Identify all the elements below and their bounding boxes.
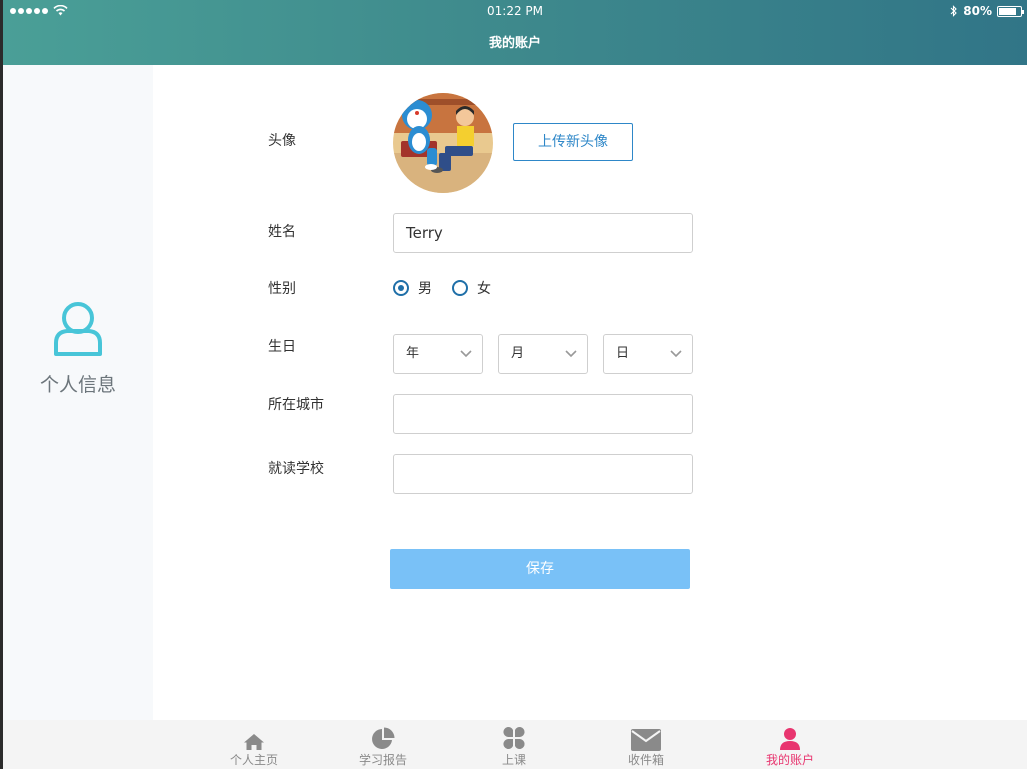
school-label: 就读学校 [268,461,324,477]
status-time: 01:22 PM [487,4,543,18]
tab-inbox[interactable]: 收件箱 [606,726,686,768]
tab-label: 上课 [501,753,526,767]
sidebar-item-profile[interactable]: 个人信息 [3,298,153,397]
tab-home[interactable]: 个人主页 [214,726,294,768]
birthday-label: 生日 [268,339,296,355]
upload-avatar-button[interactable]: 上传新头像 [513,123,633,161]
tab-label: 学习报告 [358,753,407,767]
pie-chart-icon [372,727,395,749]
mail-icon [631,729,661,751]
tab-my-account[interactable]: 我的账户 [750,726,830,768]
birth-day-value: 日 [616,346,630,361]
tab-label: 收件箱 [627,753,664,767]
user-icon [54,302,102,356]
name-input[interactable]: Terry [393,213,693,253]
app-header: 01:22 PM 80% 我的账户 [3,0,1027,65]
birth-year-select[interactable]: 年 [393,334,483,374]
gender-option-male[interactable]: 男 [393,278,432,298]
gender-female-label: 女 [477,281,491,297]
name-label: 姓名 [268,224,296,240]
tab-bar: 个人主页 学习报告 上课 收件箱 我的账户 [3,720,1027,769]
save-button[interactable]: 保存 [390,549,690,589]
gender-male-label: 男 [418,281,432,297]
tab-label: 个人主页 [229,753,278,767]
avatar-label: 头像 [268,133,296,149]
radio-female[interactable] [452,280,468,296]
sidebar-item-label: 个人信息 [39,374,116,396]
chevron-down-icon [565,350,577,358]
clover-icon [503,727,525,749]
battery-percent: 80% [963,4,992,18]
chevron-down-icon [460,350,472,358]
chevron-down-icon [670,350,682,358]
gender-label: 性别 [268,281,296,297]
tab-label: 我的账户 [765,753,814,767]
birth-month-value: 月 [511,346,525,361]
city-input[interactable] [393,394,693,434]
gender-option-female[interactable]: 女 [452,278,491,298]
school-input[interactable] [393,454,693,494]
bluetooth-icon [950,5,958,17]
person-icon [780,728,800,750]
tab-class[interactable]: 上课 [474,726,554,768]
battery-status: 80% [950,4,1024,18]
sidebar: 个人信息 [3,65,153,720]
tab-study-report[interactable]: 学习报告 [343,726,423,768]
birth-day-select[interactable]: 日 [603,334,693,374]
gender-radio-group: 男 女 [393,278,511,298]
page-title: 我的账户 [488,36,541,51]
battery-icon [997,5,1024,17]
birth-month-select[interactable]: 月 [498,334,588,374]
city-label: 所在城市 [268,397,324,413]
home-icon [244,734,264,750]
radio-male[interactable] [393,280,409,296]
birth-year-value: 年 [406,346,420,361]
status-bar: 01:22 PM 80% [3,0,1027,22]
avatar[interactable] [393,93,493,193]
